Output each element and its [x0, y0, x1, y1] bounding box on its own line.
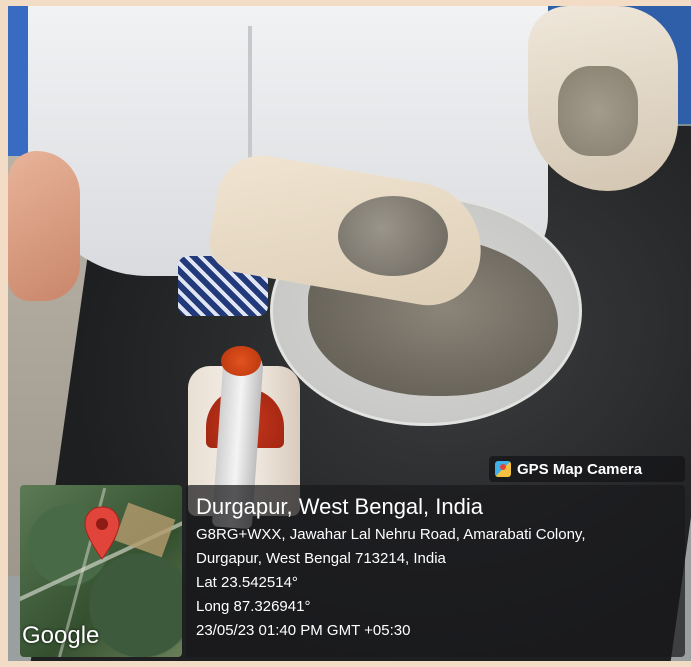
address-line: Durgapur, West Bengal 713214, India [196, 550, 446, 567]
gps-map-camera-badge: GPS Map Camera [489, 456, 685, 482]
location-info-panel: Durgapur, West Bengal, India G8RG+WXX, J… [186, 485, 685, 657]
red-powder-on-spoon [221, 346, 261, 376]
longitude: Long 87.326941° [196, 598, 311, 615]
bare-hand [8, 151, 80, 301]
latitude: Lat 23.542514° [196, 574, 298, 591]
gps-map-camera-icon [495, 461, 511, 477]
mud-ball [338, 196, 448, 276]
address-line: G8RG+WXX, Jawahar Lal Nehru Road, Amarab… [196, 526, 586, 543]
map-attribution: Google [22, 622, 100, 649]
location-title: Durgapur, West Bengal, India [196, 494, 483, 519]
map-pin-icon [84, 506, 120, 560]
mud-on-glove [558, 66, 638, 156]
timestamp: 23/05/23 01:40 PM GMT +05:30 [196, 622, 411, 639]
badge-label: GPS Map Camera [517, 460, 643, 478]
